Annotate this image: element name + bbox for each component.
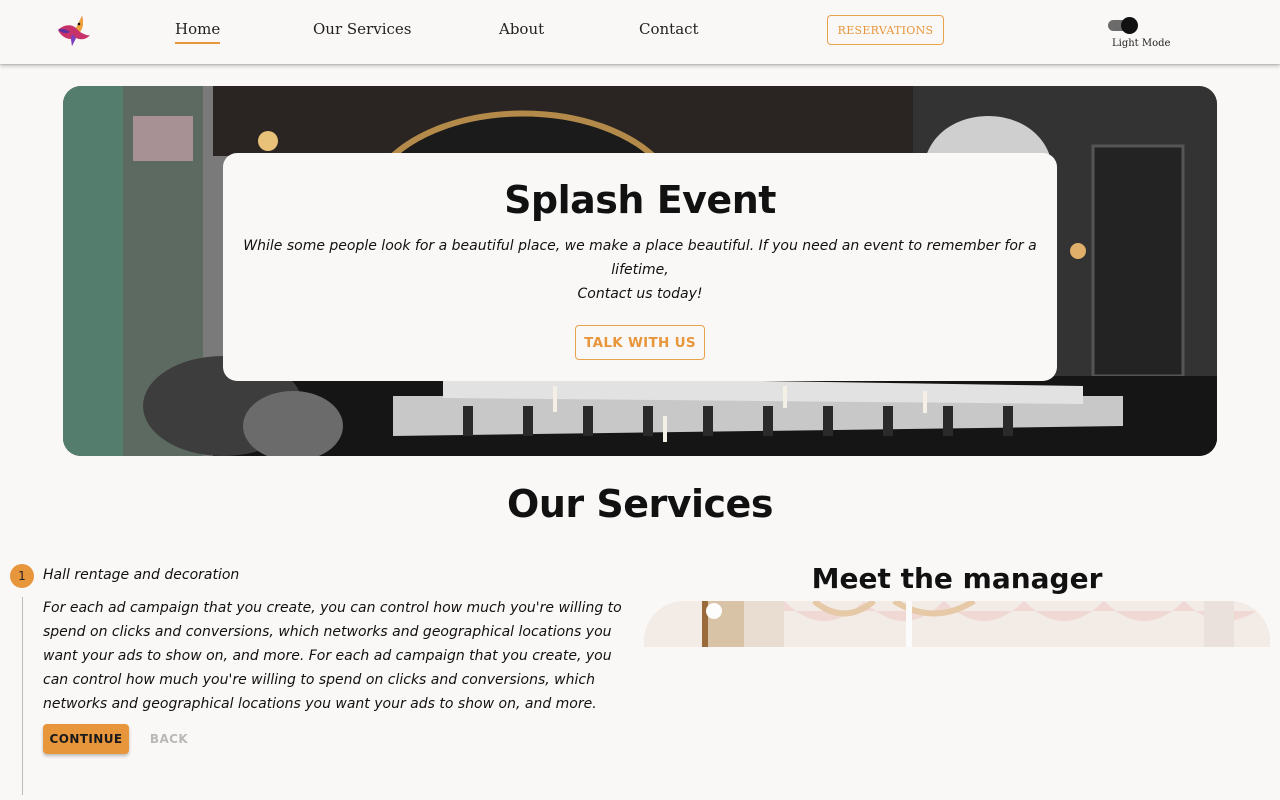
- services-section-title: Our Services: [507, 482, 773, 526]
- nav-contact[interactable]: Contact: [639, 20, 699, 38]
- drapery-photo: [644, 601, 1270, 647]
- talk-with-us-button[interactable]: TALK WITH US: [575, 325, 705, 360]
- bird-logo-icon[interactable]: [54, 12, 92, 50]
- step-number-badge: 1: [10, 564, 34, 588]
- top-navbar: Home Our Services About Contact RESERVAT…: [0, 0, 1280, 64]
- hero-description-line1: While some people look for a beautiful p…: [243, 238, 1037, 278]
- nav-about[interactable]: About: [499, 20, 544, 38]
- nav-our-services[interactable]: Our Services: [313, 20, 411, 38]
- continue-button[interactable]: CONTINUE: [43, 724, 129, 754]
- toggle-thumb: [1121, 17, 1138, 34]
- theme-toggle-label: Light Mode: [1112, 38, 1171, 49]
- manager-photo: [644, 601, 1270, 647]
- reservations-button[interactable]: RESERVATIONS: [827, 15, 944, 45]
- theme-toggle-switch[interactable]: [1107, 17, 1139, 35]
- manager-section-title: Meet the manager: [811, 562, 1103, 595]
- hero-card: Splash Event While some people look for …: [223, 153, 1057, 381]
- step-description: For each ad campaign that you create, yo…: [43, 600, 622, 712]
- step-label[interactable]: Hall rentage and decoration: [43, 567, 239, 583]
- nav-home[interactable]: Home: [175, 20, 221, 44]
- hero-title: Splash Event: [504, 178, 776, 222]
- back-button[interactable]: BACK: [143, 724, 195, 754]
- hero-description: While some people look for a beautiful p…: [243, 234, 1037, 306]
- hero-description-line2: Contact us today!: [577, 286, 703, 302]
- stepper-connector-line: [22, 597, 23, 795]
